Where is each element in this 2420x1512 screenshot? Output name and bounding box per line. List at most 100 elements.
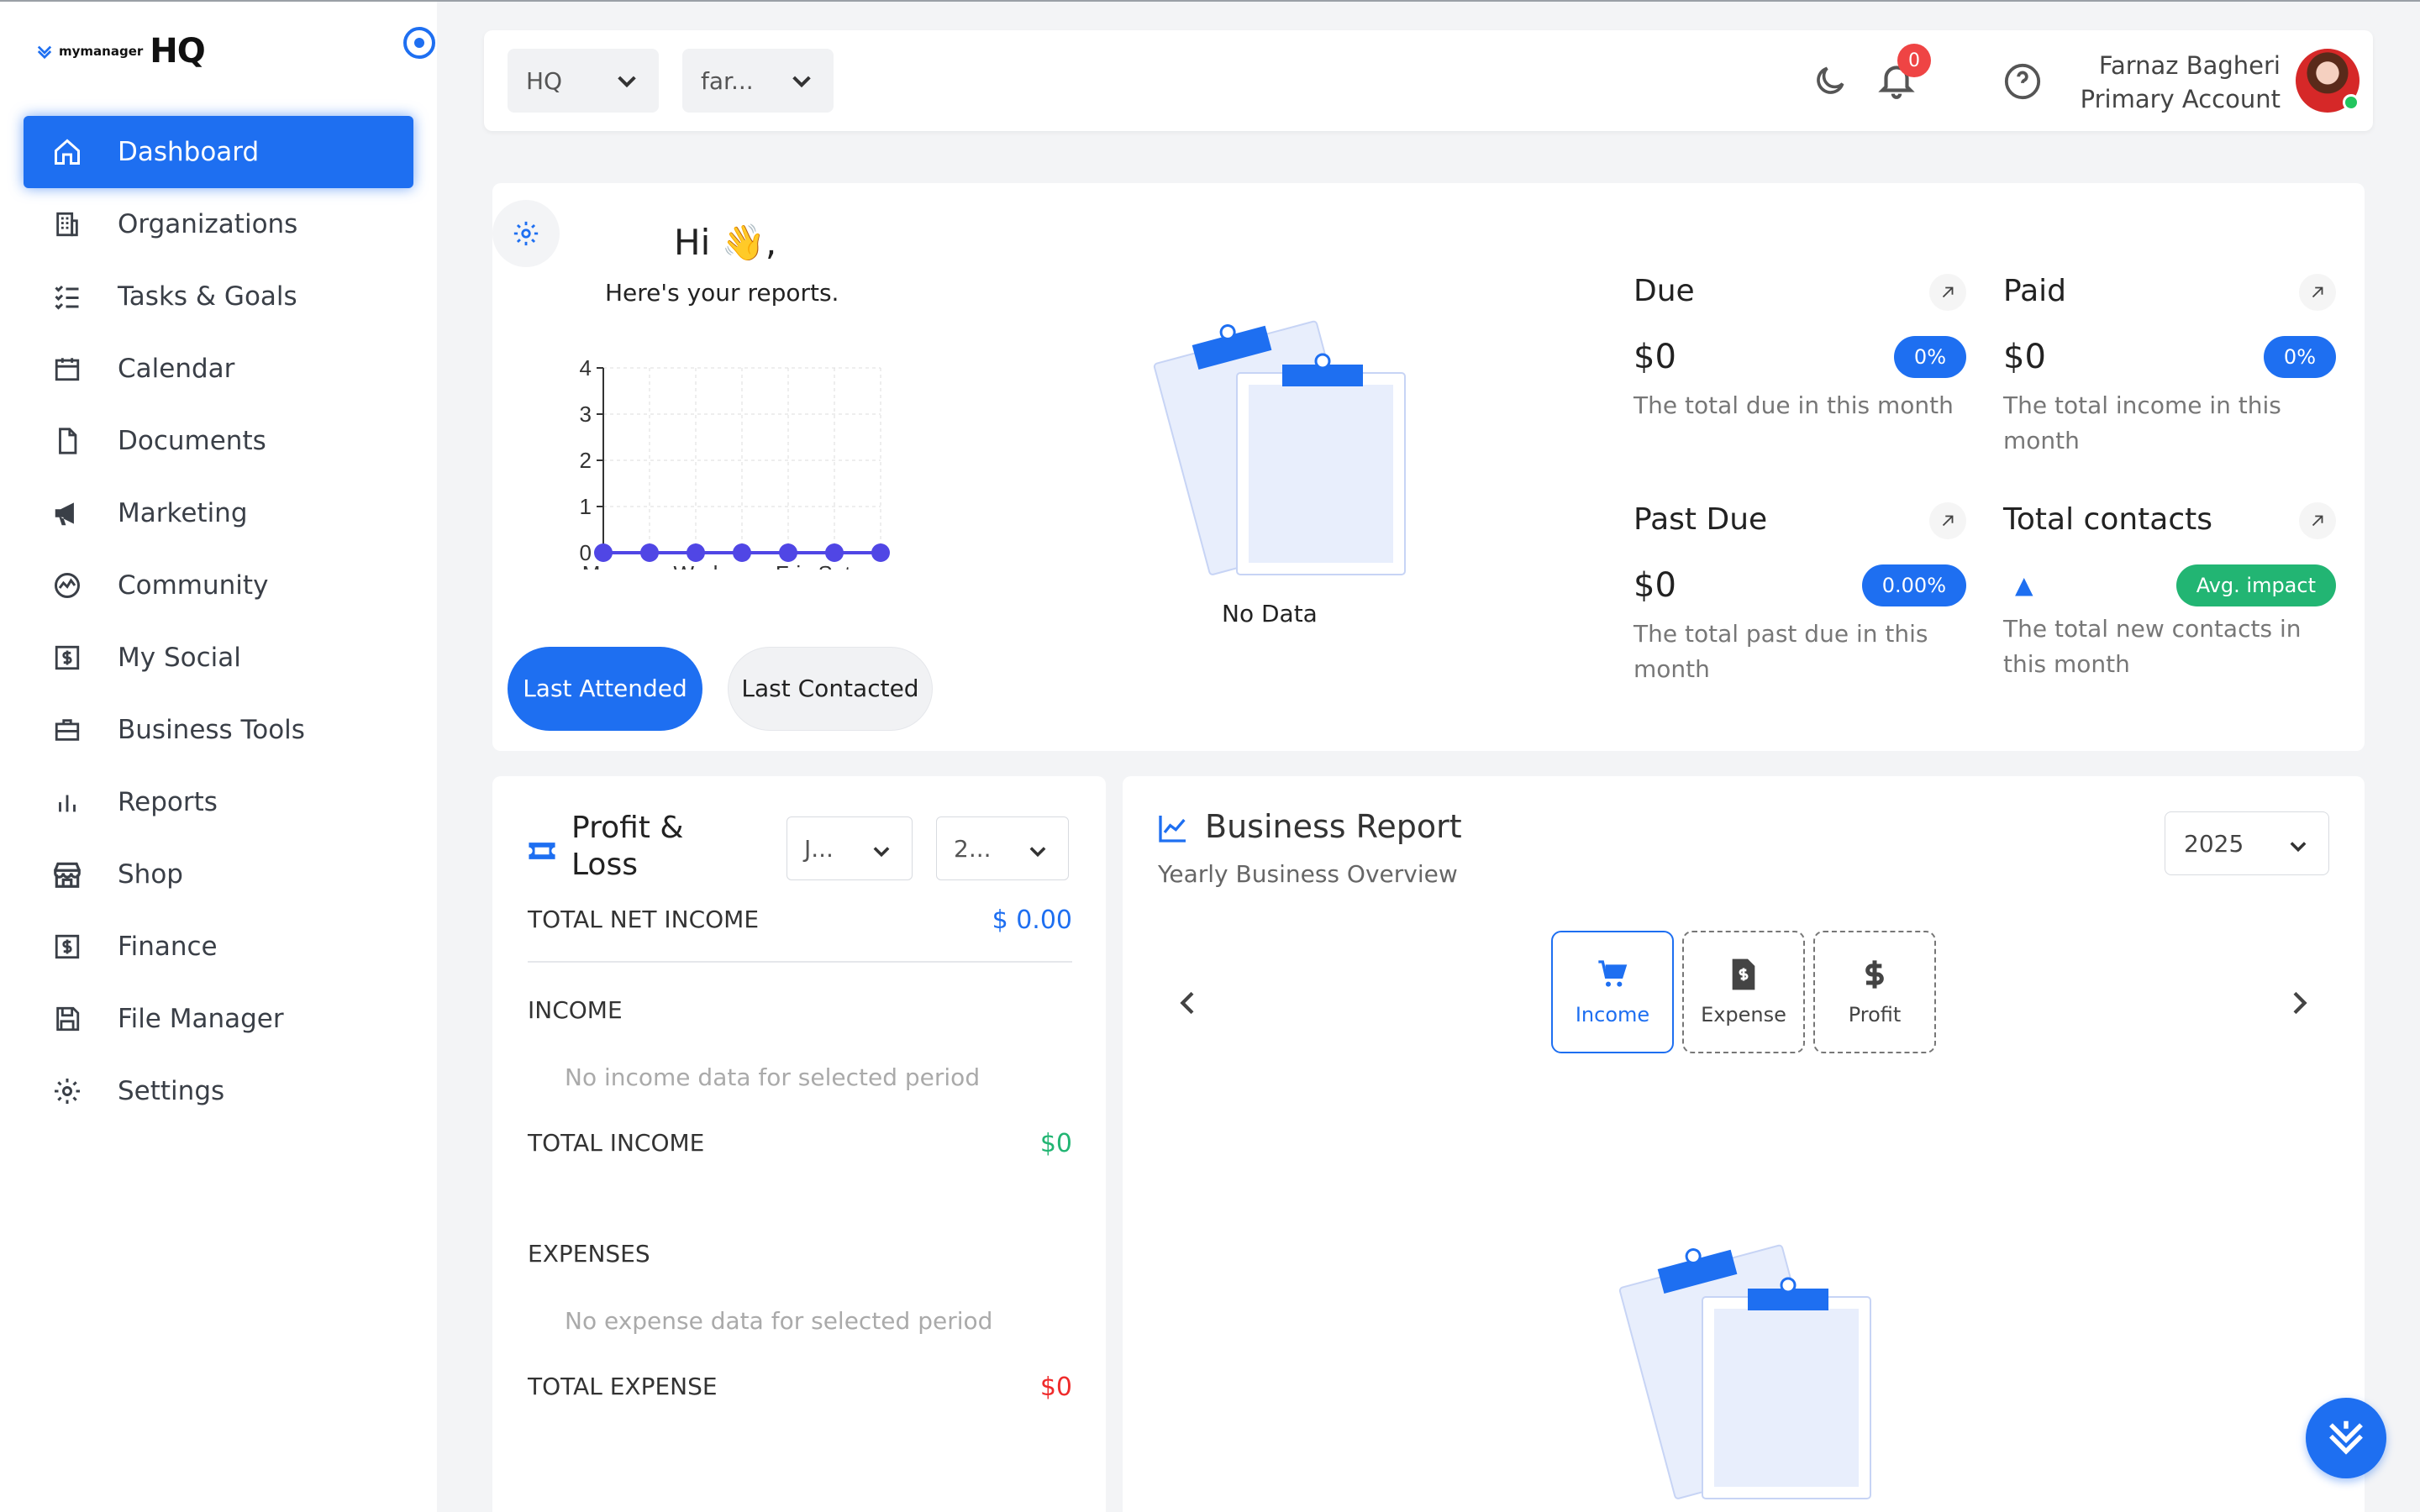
stat-title: Paid	[2003, 274, 2067, 308]
sidebar-collapse-button[interactable]	[403, 27, 435, 59]
sidebar-item-community[interactable]: Community	[24, 549, 413, 622]
sidebar-item-label: Documents	[118, 426, 266, 456]
home-icon	[50, 135, 84, 169]
x-tick-label: Sat	[818, 561, 851, 570]
clipboard-illustration	[1153, 320, 1406, 575]
sidebar-item-finance[interactable]: Finance	[24, 911, 413, 983]
profit-loss-title: Profit & Loss	[571, 811, 684, 882]
ticket-icon	[529, 843, 555, 859]
greeting-subtitle: Here's your reports.	[605, 279, 839, 307]
sidebar-item-calendar[interactable]: Calendar	[24, 333, 413, 405]
online-status-dot	[2343, 94, 2360, 111]
sidebar-item-business-tools[interactable]: Business Tools	[24, 694, 413, 766]
stat-due: Due $0 0% The total due in this month	[1634, 274, 1966, 419]
arrow-up-right-icon[interactable]	[1929, 274, 1966, 311]
document-icon	[50, 424, 84, 458]
arrow-up-right-icon[interactable]	[1929, 502, 1966, 539]
user-info[interactable]: Farnaz Bagheri Primary Account	[2081, 49, 2281, 116]
y-tick-label: 1	[580, 494, 592, 519]
sidebar-item-reports[interactable]: Reports	[24, 766, 413, 838]
year-select-value: 2...	[954, 834, 992, 863]
year-select[interactable]: 2...	[936, 816, 1069, 880]
stat-value: $0	[1634, 566, 1676, 605]
data-point	[594, 543, 613, 562]
target-icon	[414, 38, 424, 48]
calendar-icon	[50, 352, 84, 386]
y-tick-label: 3	[580, 402, 592, 427]
data-point	[825, 543, 844, 562]
help-icon[interactable]	[2003, 62, 2042, 101]
year-select[interactable]: 2025	[2165, 811, 2329, 875]
sidebar-item-organizations[interactable]: Organizations	[24, 188, 413, 260]
megaphone-icon	[50, 496, 84, 530]
dollar-box-icon	[50, 930, 84, 963]
sidebar-item-marketing[interactable]: Marketing	[24, 477, 413, 549]
bar-chart-icon	[50, 785, 84, 819]
total-expense-row: TOTAL EXPENSE $0	[528, 1373, 1072, 1402]
tab-label: Expense	[1701, 1003, 1786, 1026]
sidebar-item-label: Marketing	[118, 498, 248, 528]
data-point	[687, 543, 705, 562]
data-point	[733, 543, 751, 562]
sidebar-item-my-social[interactable]: My Social	[24, 622, 413, 694]
user-select[interactable]: far...	[682, 49, 834, 113]
top-bar: HQ far... 0 Farnaz Bagheri Primary Accou…	[484, 30, 2373, 131]
stat-badge: 0.00%	[1861, 564, 1966, 606]
month-select[interactable]: J...	[786, 816, 913, 880]
tab-income[interactable]: Income	[1551, 931, 1674, 1053]
business-report-subtitle: Yearly Business Overview	[1158, 860, 1458, 888]
x-tick-label: Mon	[582, 561, 625, 570]
greeting: Hi 👋,	[674, 222, 777, 263]
sidebar-item-label: Dashboard	[118, 137, 260, 167]
sidebar-item-settings[interactable]: Settings	[24, 1055, 413, 1127]
sidebar-item-file-manager[interactable]: File Manager	[24, 983, 413, 1055]
expense-empty-message: No expense data for selected period	[565, 1307, 993, 1335]
sidebar-item-label: My Social	[118, 643, 241, 673]
avatar[interactable]	[2296, 49, 2360, 113]
clipboard-illustration	[1618, 1244, 1871, 1499]
assistant-fab-button[interactable]	[2306, 1398, 2386, 1478]
sidebar-item-label: Tasks & Goals	[118, 281, 297, 312]
trend-up-indicator: ▲	[2015, 571, 2033, 599]
net-income-value: $ 0.00	[992, 906, 1072, 935]
tab-expense[interactable]: Expense	[1682, 931, 1805, 1053]
report-settings-button[interactable]	[492, 200, 560, 267]
stat-past-due: Past Due $0 0.00% The total past due in …	[1634, 502, 1966, 683]
org-select-value: HQ	[526, 66, 563, 95]
brand-small-text: mymanager	[59, 44, 144, 59]
org-select[interactable]: HQ	[508, 49, 659, 113]
stat-value: $0	[1634, 338, 1676, 376]
income-empty-message: No income data for selected period	[565, 1063, 981, 1091]
stat-description: The total income in this month	[2003, 391, 2281, 454]
tab-profit[interactable]: Profit	[1813, 931, 1936, 1053]
moon-icon[interactable]	[1812, 62, 1849, 99]
reports-card: Hi 👋, Here's your reports. 01234MonWedFr…	[492, 183, 2365, 751]
arrow-up-right-icon[interactable]	[2299, 502, 2336, 539]
stat-total-contacts: Total contacts ▲ Avg. impact The total n…	[2003, 502, 2336, 678]
tab-label: Profit	[1848, 1003, 1902, 1026]
chevron-down-icon	[792, 76, 811, 88]
gear-icon	[513, 221, 539, 246]
sidebar-item-documents[interactable]: Documents	[24, 405, 413, 477]
dollar-icon	[1865, 960, 1884, 989]
sidebar-item-label: Reports	[118, 787, 218, 817]
total-expense-label: TOTAL EXPENSE	[528, 1373, 718, 1400]
sidebar-nav: Dashboard Organizations Tasks & Goals Ca…	[24, 116, 413, 1127]
business-report-title: Business Report	[1205, 808, 1462, 845]
last-contacted-button[interactable]: Last Contacted	[728, 647, 933, 731]
chevron-down-icon	[2290, 842, 2307, 853]
chevron-right-icon[interactable]	[2282, 986, 2316, 1020]
store-icon	[50, 858, 84, 891]
total-expense-value: $0	[1039, 1373, 1072, 1402]
sidebar-item-tasks-goals[interactable]: Tasks & Goals	[24, 260, 413, 333]
last-attended-button[interactable]: Last Attended	[508, 647, 702, 731]
brand-logo[interactable]: mymanager HQ	[37, 32, 206, 71]
stat-title: Past Due	[1634, 502, 1768, 537]
expenses-section-label: EXPENSES	[528, 1240, 650, 1268]
chevron-left-icon[interactable]	[1171, 986, 1205, 1020]
sidebar-item-shop[interactable]: Shop	[24, 838, 413, 911]
sidebar-item-dashboard[interactable]: Dashboard	[24, 116, 413, 188]
arrow-up-right-icon[interactable]	[2299, 274, 2336, 311]
net-income-label: TOTAL NET INCOME	[528, 906, 760, 933]
x-tick-label: Fri	[776, 561, 801, 570]
